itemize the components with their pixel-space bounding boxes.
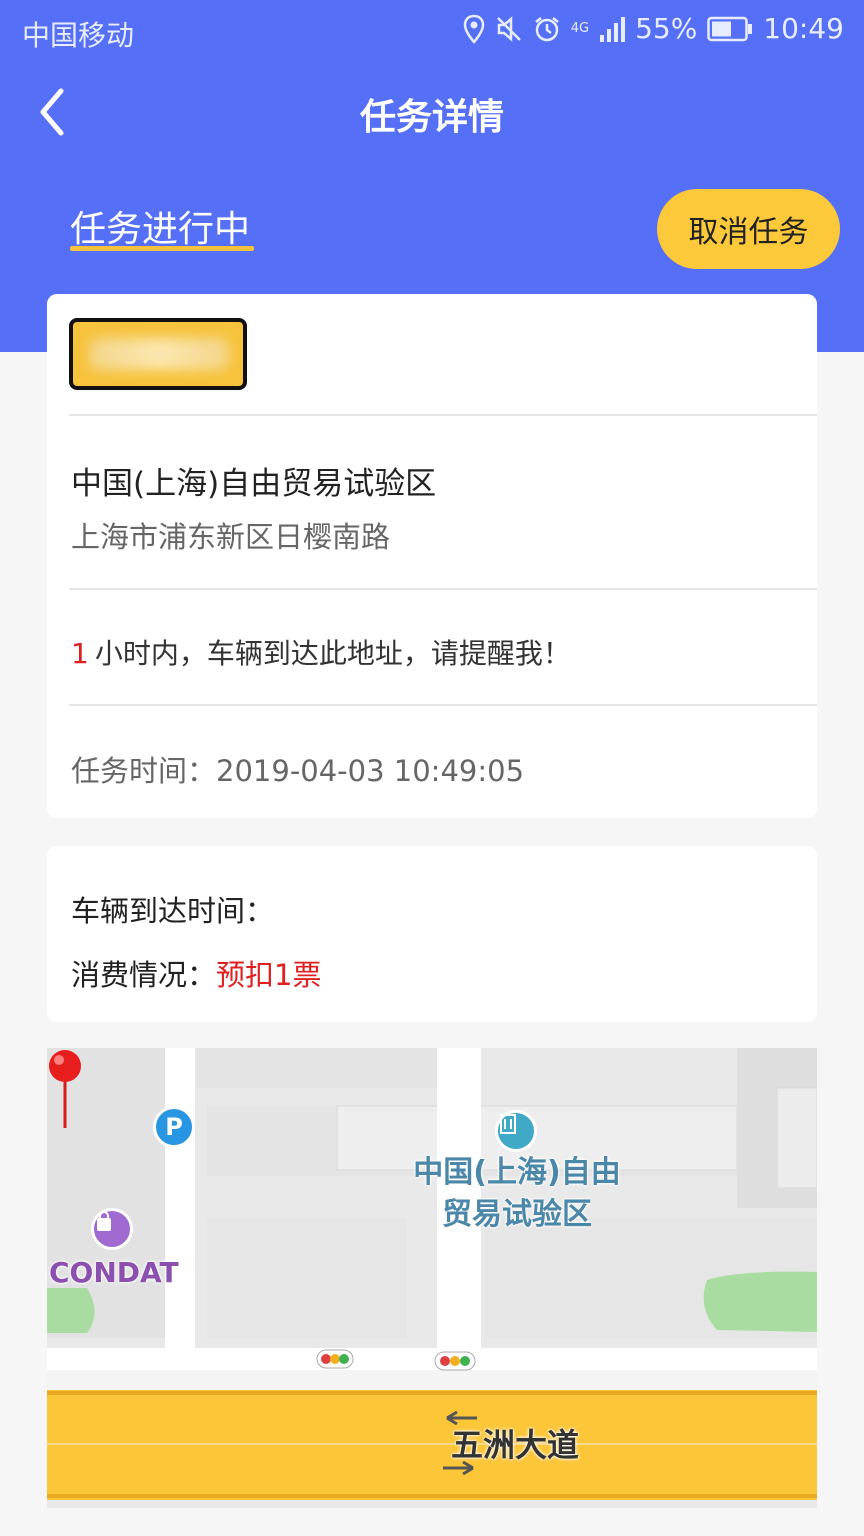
battery-icon bbox=[707, 16, 753, 41]
map-road-label: 五洲大道 bbox=[451, 1426, 580, 1464]
building-icon bbox=[495, 1110, 537, 1152]
task-status-label: 任务进行中 bbox=[70, 209, 251, 250]
alarm-icon bbox=[534, 16, 559, 41]
task-detail-card: 中国(上海)自由贸易试验区 上海市浦东新区日樱南路 1 小时内，车辆到达此地址，请… bbox=[47, 294, 817, 818]
license-plate bbox=[69, 318, 247, 390]
shopping-bag-icon bbox=[91, 1208, 133, 1250]
divider bbox=[69, 588, 817, 590]
arrival-card: 车辆到达时间： 消费情况：预扣1票 bbox=[47, 846, 817, 1022]
plate-number-blurred bbox=[89, 338, 229, 370]
carrier-name: 中国移动 bbox=[22, 19, 135, 52]
status-bar: 中国移动 4G 55% 10:49 bbox=[0, 0, 864, 64]
task-time-value: 2019-04-03 10:49:05 bbox=[216, 754, 525, 788]
task-time-label: 任务时间： bbox=[71, 754, 217, 788]
signal-icon bbox=[600, 16, 626, 42]
consumption-value: 预扣1票 bbox=[216, 958, 322, 992]
cancel-task-button[interactable]: 取消任务 bbox=[657, 189, 840, 269]
location-pin-icon bbox=[49, 1050, 81, 1128]
reminder-message: 小时内，车辆到达此地址，请提醒我！ bbox=[94, 637, 571, 670]
battery-percent: 55% bbox=[635, 12, 698, 45]
arrival-time-label: 车辆到达时间： bbox=[71, 894, 275, 928]
parking-icon: P bbox=[153, 1106, 195, 1148]
reminder-text: 1 小时内，车辆到达此地址，请提醒我！ bbox=[71, 632, 571, 672]
status-icons: 4G 55% 10:49 bbox=[463, 12, 844, 45]
location-icon bbox=[463, 14, 484, 44]
task-time: 任务时间：2019-04-03 10:49:05 bbox=[71, 748, 524, 790]
location-title: 中国(上海)自由贸易试验区 bbox=[71, 466, 437, 502]
consumption-row: 消费情况：预扣1票 bbox=[71, 952, 321, 994]
consumption-label: 消费情况： bbox=[71, 958, 217, 992]
network-type: 4G bbox=[570, 21, 590, 36]
map-view[interactable]: P 中国(上海)自由 贸易试验区 CONDAT 五洲大道 bbox=[47, 1048, 817, 1508]
mute-icon bbox=[496, 15, 521, 42]
divider bbox=[69, 704, 817, 706]
map-building-label: 中国(上海)自由 贸易试验区 bbox=[413, 1155, 621, 1232]
reminder-hours: 1 bbox=[71, 637, 89, 670]
divider bbox=[69, 414, 817, 416]
status-underline bbox=[70, 246, 254, 251]
map-shop-label: CONDAT bbox=[49, 1256, 179, 1289]
navigation-bar: 任务详情 bbox=[0, 64, 864, 164]
location-address: 上海市浦东新区日樱南路 bbox=[71, 520, 391, 554]
clock-time: 10:49 bbox=[763, 12, 844, 45]
page-title: 任务详情 bbox=[359, 97, 504, 138]
